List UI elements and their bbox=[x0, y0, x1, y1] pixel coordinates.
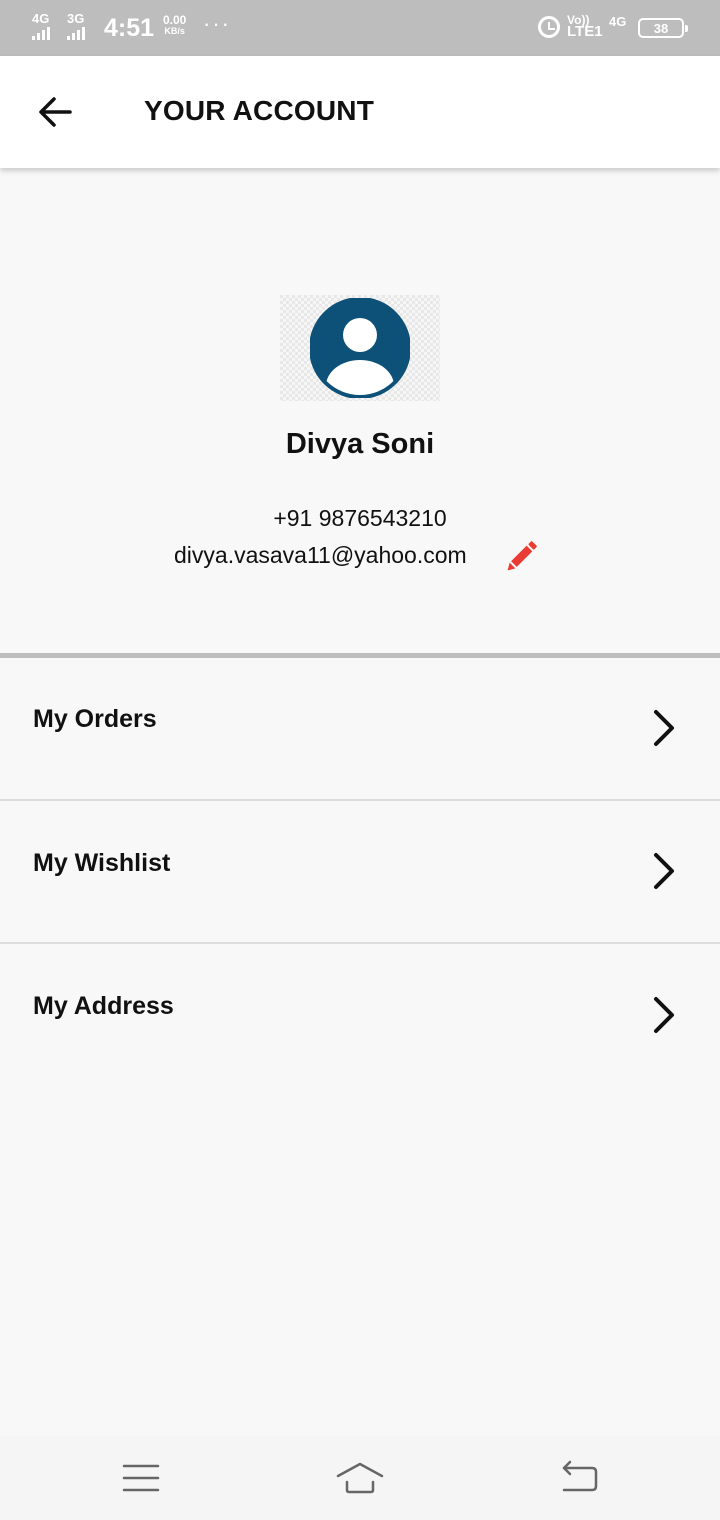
menu-item-my-address[interactable]: My Address bbox=[0, 944, 720, 1086]
chevron-right-icon bbox=[654, 997, 674, 1033]
menu-item-my-orders[interactable]: My Orders bbox=[0, 658, 720, 800]
sim2-network-label: 3G bbox=[67, 11, 85, 26]
sim1-signal-icon: 4G bbox=[32, 12, 50, 40]
volte-indicator: Vo)) LTE1 bbox=[567, 14, 603, 40]
network-speed: 0.00 KB/s bbox=[163, 13, 187, 37]
recent-apps-button[interactable] bbox=[116, 1456, 166, 1500]
chevron-right-icon bbox=[654, 710, 674, 746]
back-return-icon bbox=[562, 1460, 598, 1492]
battery-icon: 38 bbox=[638, 18, 688, 38]
menu-item-label: My Orders bbox=[33, 705, 157, 733]
page-title: YOUR ACCOUNT bbox=[144, 95, 375, 126]
app-bar: YOUR ACCOUNT bbox=[0, 56, 720, 168]
hamburger-icon bbox=[122, 1464, 160, 1492]
profile-name: Divya Soni bbox=[285, 428, 435, 460]
status-bar: 4G 3G 4:51 0.00 KB/s ··· Vo)) LTE1 4G 38 bbox=[0, 0, 720, 56]
battery-level: 38 bbox=[653, 21, 669, 36]
back-nav-button[interactable] bbox=[554, 1456, 604, 1500]
back-button[interactable] bbox=[30, 86, 82, 138]
system-nav-bar bbox=[0, 1436, 720, 1520]
avatar bbox=[280, 295, 440, 401]
network-type: 4G bbox=[609, 14, 627, 29]
home-icon bbox=[336, 1462, 384, 1494]
sim1-network-label: 4G bbox=[32, 11, 50, 26]
profile-email: divya.vasava11@yahoo.com bbox=[174, 542, 467, 568]
menu-item-my-wishlist[interactable]: My Wishlist bbox=[0, 801, 720, 943]
arrow-left-icon bbox=[39, 97, 72, 127]
menu-item-label: My Wishlist bbox=[33, 849, 171, 877]
profile-phone-text: +91 9876543210 bbox=[273, 505, 447, 531]
status-time: 4:51 bbox=[104, 14, 155, 42]
speed-value: 0.00 bbox=[163, 13, 187, 27]
sim2-signal-icon: 3G bbox=[67, 12, 85, 40]
lte-label: LTE1 bbox=[567, 23, 603, 40]
alarm-icon bbox=[538, 16, 560, 38]
chevron-right-icon bbox=[654, 853, 674, 889]
home-button[interactable] bbox=[335, 1456, 385, 1500]
user-circle-icon bbox=[310, 298, 410, 398]
more-notifications-icon: ··· bbox=[203, 11, 231, 36]
edit-profile-button[interactable] bbox=[500, 536, 542, 578]
profile-phone: +91 9876543210 bbox=[0, 505, 720, 532]
menu-item-label: My Address bbox=[33, 992, 174, 1020]
pencil-icon bbox=[507, 541, 537, 571]
speed-unit: KB/s bbox=[164, 26, 185, 36]
